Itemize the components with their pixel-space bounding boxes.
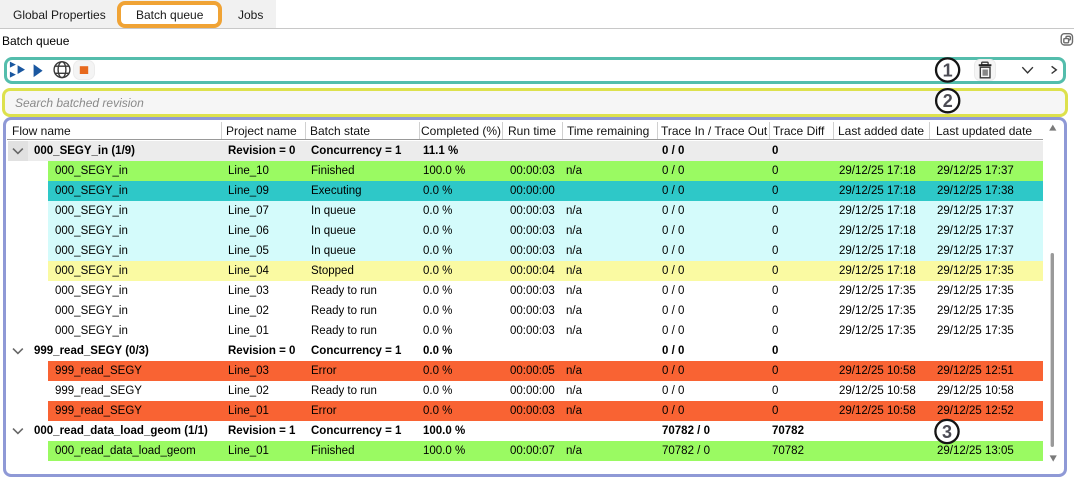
svg-text:3: 3 <box>942 422 952 442</box>
svg-text:1: 1 <box>943 60 953 80</box>
svg-text:2: 2 <box>943 91 953 111</box>
